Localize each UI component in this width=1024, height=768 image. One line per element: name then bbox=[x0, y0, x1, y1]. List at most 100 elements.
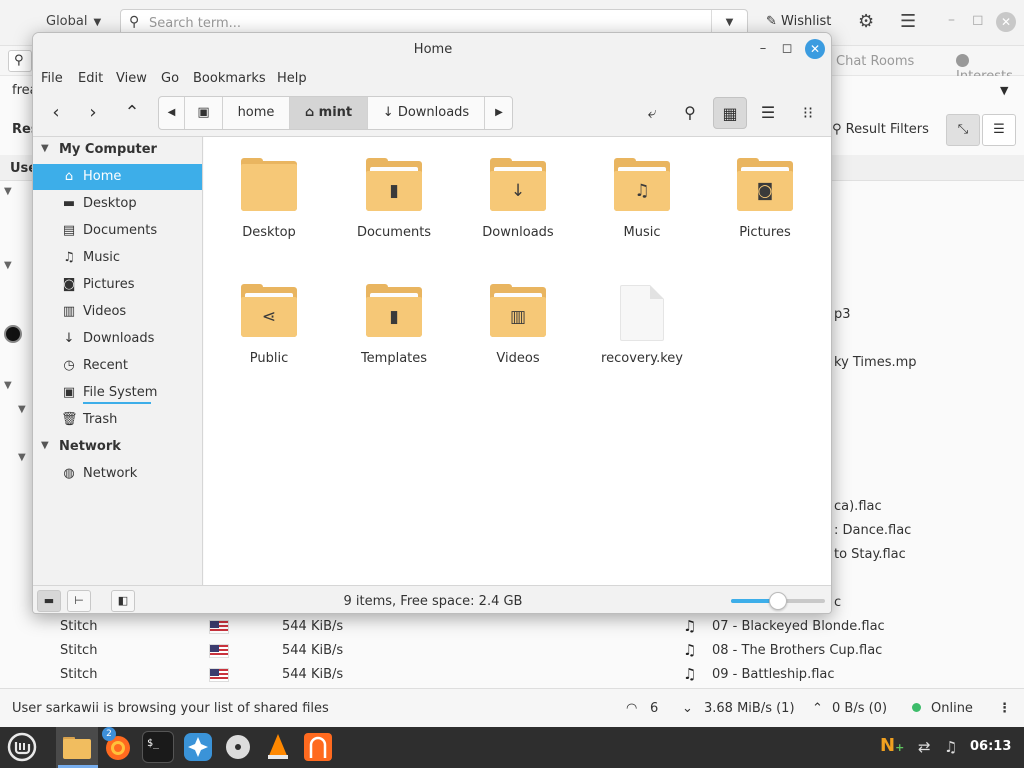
network-disconnected-icon[interactable]: ⇄ bbox=[918, 738, 931, 756]
row-file: 08 - The Brothers Cup.flac bbox=[712, 643, 883, 658]
document-file-icon bbox=[620, 285, 664, 341]
online-status[interactable]: Online bbox=[912, 701, 973, 716]
collapse-icon[interactable]: ⤡ bbox=[946, 114, 980, 146]
wishlist-button[interactable]: ✎ Wishlist bbox=[766, 14, 831, 29]
drive-icon[interactable]: ▣ bbox=[185, 97, 223, 129]
disc-burner-icon[interactable] bbox=[222, 731, 254, 763]
chevron-down-icon[interactable]: ▼ bbox=[1000, 84, 1008, 97]
close-button[interactable]: ✕ bbox=[805, 39, 825, 59]
sidebar-item-desktop[interactable]: ▬ Desktop bbox=[33, 191, 202, 217]
hide-sidebar-button[interactable]: ◧ bbox=[111, 590, 135, 612]
download-speed[interactable]: 3.68 MiB/s (1) bbox=[704, 701, 795, 716]
file-item-desktop[interactable]: Desktop bbox=[214, 149, 324, 259]
firefox-icon[interactable]: 2 bbox=[102, 727, 134, 763]
download-icon: ↓ bbox=[63, 331, 75, 346]
sidebar-item-network[interactable]: ◍ Network bbox=[33, 461, 202, 487]
sidebar-item-documents[interactable]: ▤ Documents bbox=[33, 218, 202, 244]
minimize-button[interactable]: – bbox=[753, 39, 773, 59]
app-launcher-icon[interactable] bbox=[302, 731, 334, 763]
zoom-slider-handle[interactable] bbox=[769, 592, 787, 610]
file-item-pictures[interactable]: ◙ Pictures bbox=[710, 149, 820, 259]
upload-speed[interactable]: 0 B/s (0) bbox=[832, 701, 887, 716]
back-button[interactable]: ‹ bbox=[41, 98, 71, 128]
sidebar-item-music[interactable]: ♫ Music bbox=[33, 245, 202, 271]
menu-edit[interactable]: Edit bbox=[78, 71, 103, 86]
gear-icon[interactable]: ⚙ bbox=[858, 11, 874, 32]
show-places-button[interactable]: ▬ bbox=[37, 590, 61, 612]
window-title: Home bbox=[413, 42, 453, 57]
bg-search-tab[interactable]: ⚲ bbox=[8, 50, 32, 72]
list-view-button[interactable]: ☰ bbox=[751, 97, 785, 129]
menu-help[interactable]: Help bbox=[277, 71, 307, 86]
path-scroll-right-button[interactable]: ▶ bbox=[485, 97, 512, 129]
file-item-public[interactable]: ⋖ Public bbox=[214, 275, 324, 385]
sidebar-item-trash[interactable]: 🗑 Trash bbox=[33, 407, 202, 433]
list-view-icon[interactable]: ☰ bbox=[982, 114, 1016, 146]
vlc-icon[interactable] bbox=[262, 731, 294, 763]
tree-expander-icon[interactable]: ▼ bbox=[18, 404, 26, 415]
filter-icon: ⚲ bbox=[832, 122, 846, 137]
file-item-videos[interactable]: ▥ Videos bbox=[463, 275, 573, 385]
tree-expander-icon[interactable]: ▼ bbox=[4, 380, 12, 391]
menu-go[interactable]: Go bbox=[161, 71, 179, 86]
maximize-button[interactable]: ◻ bbox=[777, 39, 797, 59]
sidebar-section-network[interactable]: ▼ Network bbox=[33, 434, 203, 460]
status-message: User sarkawii is browsing your list of s… bbox=[12, 701, 329, 716]
sidebar-section-my-computer[interactable]: ▼ My Computer bbox=[33, 137, 203, 163]
up-button[interactable]: ⌃ bbox=[117, 98, 147, 128]
terminal-icon[interactable]: $_ bbox=[142, 731, 174, 763]
files-folder-icon[interactable] bbox=[61, 731, 93, 763]
music-tray-icon[interactable]: ♫ bbox=[944, 738, 957, 756]
menu-file[interactable]: File bbox=[41, 71, 63, 86]
title-bar[interactable]: Home – ◻ ✕ bbox=[33, 33, 831, 65]
sidebar-item-downloads[interactable]: ↓ Downloads bbox=[33, 326, 202, 352]
drive-icon: ▣ bbox=[62, 385, 76, 400]
sidebar-item-home[interactable]: ⌂ Home bbox=[33, 164, 202, 190]
software-manager-icon[interactable] bbox=[182, 731, 214, 763]
file-label: recovery.key bbox=[601, 351, 683, 366]
menu-bookmarks[interactable]: Bookmarks bbox=[193, 71, 266, 86]
more-options-icon[interactable]: ⋮ bbox=[998, 701, 1011, 716]
sidebar-item-file-system[interactable]: ▣ File System bbox=[33, 380, 202, 406]
path-home[interactable]: home bbox=[223, 97, 290, 129]
maximize-icon[interactable]: ◻ bbox=[972, 12, 984, 28]
sidebar-item-pictures[interactable]: ◙ Pictures bbox=[33, 272, 202, 298]
sidebar-item-videos[interactable]: ▥ Videos bbox=[33, 299, 202, 325]
sidebar-item-label: Desktop bbox=[83, 196, 137, 211]
compact-view-button[interactable]: ⁝⁝ bbox=[791, 97, 825, 129]
path-downloads-label: Downloads bbox=[397, 105, 470, 120]
sidebar-item-recent[interactable]: ◷ Recent bbox=[33, 353, 202, 379]
path-scroll-left-button[interactable]: ◀ bbox=[159, 97, 185, 129]
clock[interactable]: 06:13 bbox=[970, 739, 1011, 754]
file-item-music[interactable]: ♫ Music bbox=[587, 149, 697, 259]
online-dot-icon bbox=[912, 703, 921, 712]
file-item-documents[interactable]: ▮ Documents bbox=[339, 149, 449, 259]
tree-expander-icon[interactable]: ▼ bbox=[18, 452, 26, 463]
online-label: Online bbox=[931, 701, 973, 716]
file-item-templates[interactable]: ▮ Templates bbox=[339, 275, 449, 385]
result-filters-label: Result Filters bbox=[845, 122, 929, 137]
menu-view[interactable]: View bbox=[116, 71, 147, 86]
icon-view-button[interactable]: ▦ bbox=[713, 97, 747, 129]
tree-expander-icon[interactable]: ▼ bbox=[4, 186, 12, 197]
camera-icon: ◙ bbox=[62, 277, 76, 292]
nicotine-tray-icon[interactable]: N+ bbox=[880, 735, 904, 756]
file-item-recovery-key[interactable]: recovery.key bbox=[587, 275, 697, 385]
status-bar: 9 items, Free space: 2.4 GB ▬ ⊢ ◧ bbox=[33, 585, 831, 613]
mint-menu-icon[interactable] bbox=[6, 731, 38, 763]
search-scope-dropdown[interactable]: Global ▼ bbox=[46, 14, 101, 29]
open-terminal-icon[interactable]: ⤶ bbox=[635, 97, 669, 129]
menu-icon[interactable]: ☰ bbox=[900, 11, 916, 32]
sidebar-item-label: Home bbox=[83, 169, 122, 184]
tree-expander-icon[interactable]: ▼ bbox=[4, 260, 12, 271]
tab-chat-rooms[interactable]: Chat Rooms bbox=[836, 54, 914, 69]
result-filters-button[interactable]: ⚲ Result Filters bbox=[832, 122, 929, 137]
file-icon-view[interactable]: Desktop ▮ Documents ↓ Downloads ♫ Music … bbox=[204, 137, 831, 585]
search-icon[interactable]: ⚲ bbox=[673, 97, 707, 129]
file-item-downloads[interactable]: ↓ Downloads bbox=[463, 149, 573, 259]
forward-button[interactable]: › bbox=[78, 98, 108, 128]
minimize-icon[interactable]: – bbox=[948, 12, 955, 28]
path-downloads[interactable]: ↓ Downloads bbox=[368, 97, 485, 129]
show-treeview-button[interactable]: ⊢ bbox=[67, 590, 91, 612]
path-mint[interactable]: ⌂ mint bbox=[290, 97, 368, 129]
